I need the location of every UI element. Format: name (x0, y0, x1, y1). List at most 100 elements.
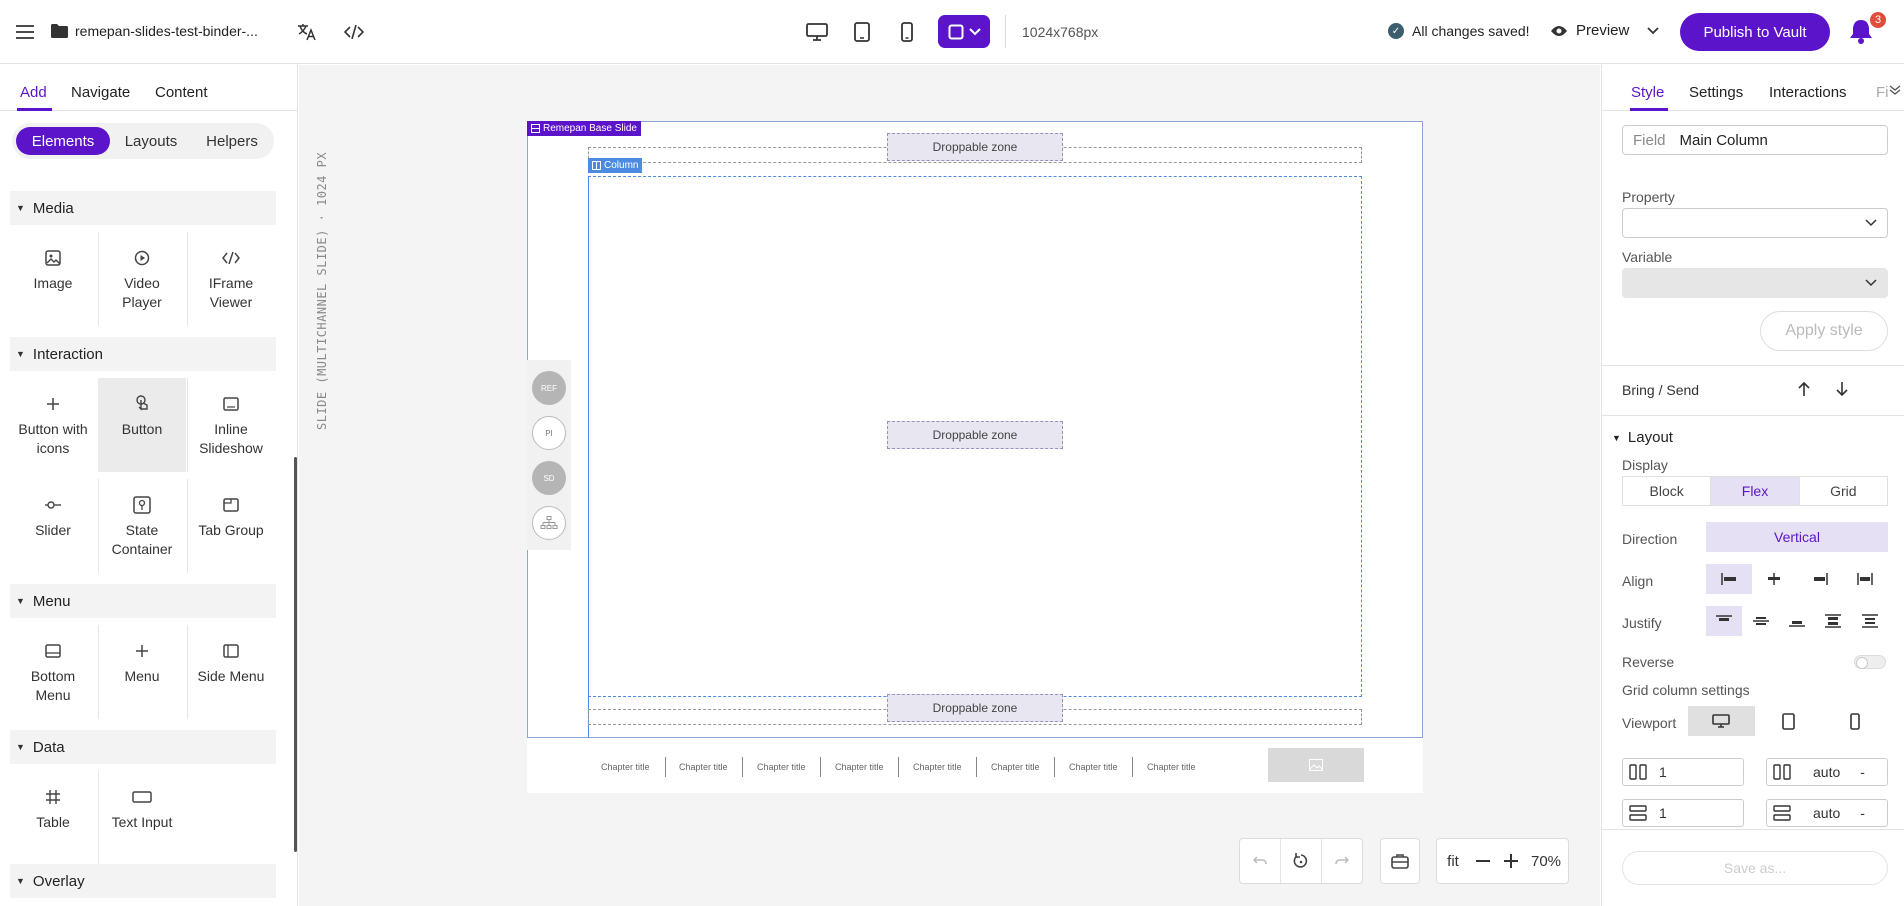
align-stretch-icon[interactable] (1843, 564, 1889, 594)
hamburger-menu-icon[interactable] (13, 20, 37, 44)
chapter-link[interactable]: Chapter title (1147, 762, 1196, 772)
element-video-player[interactable]: Video Player (98, 232, 186, 326)
chapter-link[interactable]: Chapter title (601, 762, 650, 772)
arrow-up-icon[interactable] (1790, 375, 1818, 403)
display-flex[interactable]: Flex (1711, 477, 1800, 505)
element-bottom-menu[interactable]: Bottom Menu (9, 625, 97, 719)
chapter-link[interactable]: Chapter title (913, 762, 962, 772)
custom-view-dropdown[interactable] (938, 15, 990, 48)
align-center-icon[interactable] (1752, 564, 1798, 594)
tablet-view-icon[interactable] (1755, 706, 1822, 736)
chapter-link[interactable]: Chapter title (679, 762, 728, 772)
desktop-view-icon[interactable] (802, 17, 832, 47)
apply-style-button[interactable]: Apply style (1760, 311, 1888, 351)
element-side-menu[interactable]: Side Menu (187, 625, 275, 719)
file-title[interactable]: remepan-slides-test-binder-... (75, 23, 258, 39)
subtab-helpers[interactable]: Helpers (194, 127, 270, 155)
decrement-button[interactable]: - (1860, 805, 1865, 821)
section-overlay[interactable]: ▼ Overlay (10, 864, 276, 898)
element-label: Image (33, 275, 73, 291)
sitemap-icon[interactable] (532, 506, 566, 540)
fit-button[interactable]: fit (1437, 839, 1469, 883)
redo-icon[interactable] (1322, 839, 1362, 883)
justify-start-icon[interactable] (1706, 606, 1743, 636)
mobile-view-icon[interactable] (892, 17, 922, 47)
element-image[interactable]: Image (9, 232, 97, 326)
droppable-zone-bottom[interactable]: Droppable zone (887, 694, 1063, 722)
ref-button[interactable]: REF (532, 371, 566, 405)
section-data[interactable]: ▼ Data (10, 730, 276, 764)
zoom-level[interactable]: 70% (1525, 839, 1567, 883)
justify-center-icon[interactable] (1742, 606, 1778, 636)
chapter-link[interactable]: Chapter title (991, 762, 1040, 772)
property-select[interactable] (1622, 208, 1888, 238)
element-menu[interactable]: Menu (98, 625, 186, 719)
align-start-icon[interactable] (1706, 564, 1752, 594)
align-end-icon[interactable] (1797, 564, 1843, 594)
display-grid[interactable]: Grid (1800, 477, 1887, 505)
tablet-view-icon[interactable] (847, 17, 877, 47)
tab-navigate[interactable]: Navigate (71, 84, 130, 101)
tab-fields[interactable]: Fi (1876, 84, 1889, 101)
right-tabs: Style Settings Interactions Fi (1602, 65, 1904, 111)
section-media[interactable]: ▼ Media (10, 191, 276, 225)
column-tag[interactable]: Column (588, 158, 643, 173)
element-button[interactable]: Button (98, 378, 186, 472)
preview-dropdown[interactable]: Preview (1550, 22, 1659, 39)
zoom-out-icon[interactable] (1469, 839, 1497, 883)
grid-rows-count-input[interactable]: 1 (1622, 799, 1744, 827)
subtab-elements[interactable]: Elements (16, 127, 110, 155)
tab-interactions[interactable]: Interactions (1769, 84, 1847, 101)
direction-vertical-button[interactable]: Vertical (1706, 522, 1888, 552)
subtab-layouts[interactable]: Layouts (112, 127, 190, 155)
reset-icon[interactable] (1281, 839, 1322, 883)
translate-icon[interactable] (295, 20, 319, 44)
desktop-view-icon[interactable] (1688, 706, 1755, 736)
briefcase-icon[interactable] (1381, 839, 1419, 883)
variable-select[interactable] (1622, 268, 1888, 298)
justify-space-around-icon[interactable] (1852, 606, 1888, 636)
sd-button[interactable]: SD (532, 461, 566, 495)
element-tab-group[interactable]: Tab Group (187, 479, 275, 573)
zoom-in-icon[interactable] (1497, 839, 1525, 883)
element-state-container[interactable]: State Container (98, 479, 186, 573)
reverse-toggle[interactable] (1854, 655, 1886, 669)
arrow-down-icon[interactable] (1828, 375, 1856, 403)
element-button-with-icons[interactable]: Button with icons (9, 378, 97, 472)
tab-content[interactable]: Content (155, 84, 208, 101)
chapter-link[interactable]: Chapter title (835, 762, 884, 772)
justify-end-icon[interactable] (1779, 606, 1815, 636)
element-inline-slideshow[interactable]: Inline Slideshow (187, 378, 275, 472)
element-text-input[interactable]: Text Input (98, 771, 186, 865)
grid-columns-count-input[interactable]: 1 (1622, 758, 1744, 786)
droppable-zone-top[interactable]: Droppable zone (887, 133, 1063, 161)
section-interaction[interactable]: ▼ Interaction (10, 337, 276, 371)
chapter-link[interactable]: Chapter title (1069, 762, 1118, 772)
left-panel-scrollbar[interactable] (294, 457, 297, 852)
tab-style[interactable]: Style (1631, 84, 1664, 101)
chapter-link[interactable]: Chapter title (757, 762, 806, 772)
grid-columns-size-input[interactable]: auto - (1766, 758, 1888, 786)
justify-space-between-icon[interactable] (1815, 606, 1851, 636)
tab-add[interactable]: Add (20, 84, 47, 101)
mobile-view-icon[interactable] (1821, 706, 1888, 736)
element-table[interactable]: Table (9, 771, 97, 865)
display-block[interactable]: Block (1623, 477, 1712, 505)
section-menu[interactable]: ▼ Menu (10, 584, 276, 618)
pi-button[interactable]: PI (532, 416, 566, 450)
element-slider[interactable]: Slider (9, 479, 97, 573)
droppable-zone-middle[interactable]: Droppable zone (887, 421, 1063, 449)
footer-image-placeholder-icon[interactable] (1268, 748, 1364, 782)
publish-button[interactable]: Publish to Vault (1680, 13, 1830, 51)
grid-rows-size-input[interactable]: auto - (1766, 799, 1888, 827)
save-as-button[interactable]: Save as... (1622, 851, 1888, 885)
decrement-button[interactable]: - (1860, 764, 1865, 780)
element-iframe-viewer[interactable]: IFrame Viewer (187, 232, 275, 326)
tab-settings[interactable]: Settings (1689, 84, 1743, 101)
field-selector[interactable]: Field Main Column (1622, 125, 1888, 155)
code-icon[interactable] (342, 20, 366, 44)
double-chevron-down-icon[interactable] (1889, 85, 1901, 95)
layout-section-header[interactable]: ▼ Layout (1612, 429, 1673, 446)
slide-tag[interactable]: Remepan Base Slide (527, 121, 641, 136)
undo-icon[interactable] (1240, 839, 1280, 883)
